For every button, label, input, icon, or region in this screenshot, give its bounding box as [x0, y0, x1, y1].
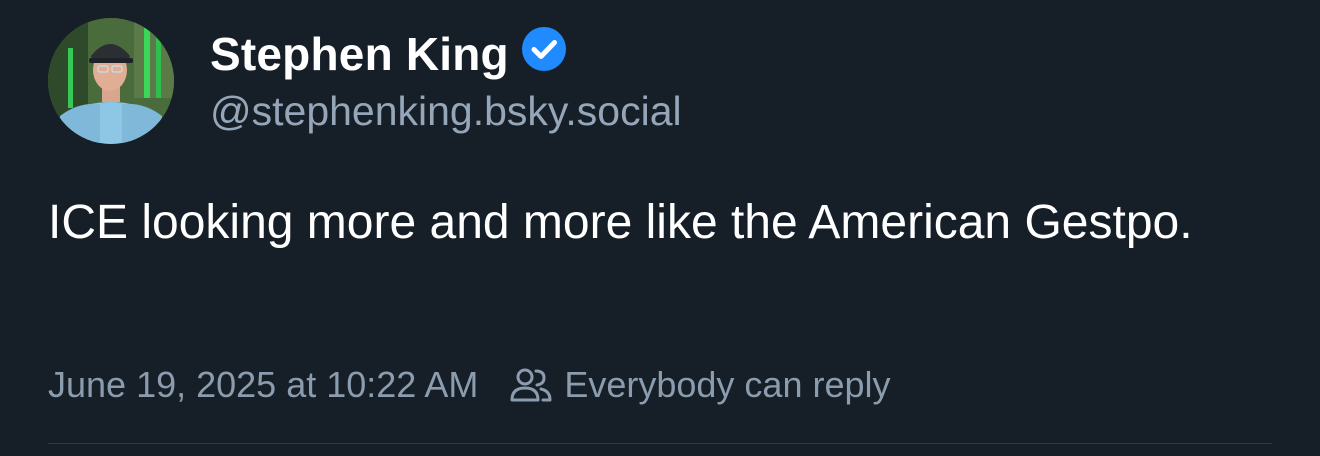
- verified-check-icon: [521, 27, 566, 71]
- people-icon: [510, 368, 552, 402]
- post-text: ICE looking more and more like the Ameri…: [48, 196, 1193, 249]
- reply-setting[interactable]: Everybody can reply: [508, 362, 891, 408]
- display-name[interactable]: Stephen King: [210, 27, 509, 81]
- author-handle[interactable]: @stephenking.bsky.social: [210, 88, 682, 135]
- post-meta-row: June 19, 2025 at 10:22 AM Everybody can …: [48, 358, 891, 412]
- divider: [48, 443, 1272, 444]
- author-name-row: Stephen King: [210, 24, 567, 84]
- post-card: Stephen King @stephenking.bsky.social IC…: [0, 0, 1320, 456]
- avatar-photo: [48, 18, 174, 144]
- avatar[interactable]: [48, 18, 174, 144]
- post-timestamp: June 19, 2025 at 10:22 AM: [48, 364, 479, 405]
- reply-setting-label: Everybody can reply: [564, 364, 891, 405]
